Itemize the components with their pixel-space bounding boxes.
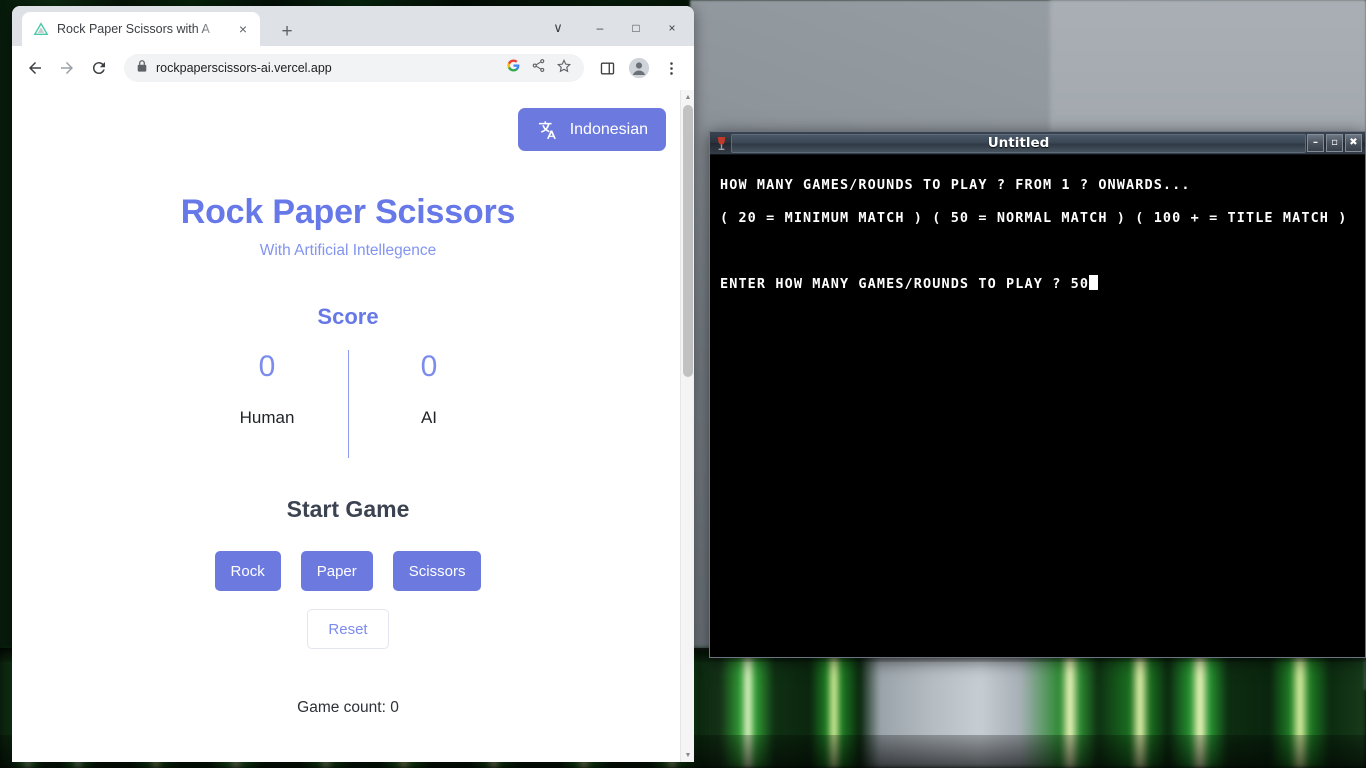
choice-buttons: Rock Paper Scissors — [12, 551, 684, 591]
page-subtitle: With Artificial Intellegence — [259, 242, 437, 259]
scrollbar-thumb[interactable] — [683, 105, 693, 377]
chrome-browser-window: Rock Paper Scissors with A × + ∨ – □ × r… — [12, 6, 694, 762]
language-toggle-button[interactable]: Indonesian — [517, 108, 666, 151]
rps-app: Indonesian Rock Paper Scissors With Arti… — [12, 90, 684, 762]
human-score-label: Human — [239, 408, 295, 427]
score-divider — [347, 350, 349, 458]
wine-console-window: Untitled – ▫ ✖ HOW MANY GAMES/ROUNDS TO … — [709, 131, 1366, 658]
wine-glass-icon — [712, 134, 730, 153]
score-ai: 0 AI — [357, 346, 502, 458]
terminal-output-area[interactable]: HOW MANY GAMES/ROUNDS TO PLAY ? FROM 1 ?… — [710, 155, 1365, 657]
reset-row: Reset — [12, 609, 684, 649]
side-panel-icon[interactable] — [592, 53, 622, 83]
score-board: 0 Human 0 AI — [12, 346, 684, 458]
score-heading: Score — [317, 304, 379, 329]
page-scrollbar[interactable]: ▲ ▼ — [680, 90, 694, 762]
terminal-line: HOW MANY GAMES/ROUNDS TO PLAY ? FROM 1 ?… — [720, 177, 1191, 193]
google-icon[interactable] — [506, 58, 521, 78]
ai-score-label: AI — [420, 408, 438, 427]
language-row: Indonesian — [12, 108, 684, 151]
share-icon[interactable] — [531, 58, 546, 78]
profile-avatar-icon[interactable] — [624, 53, 654, 83]
game-count-text: Game count: 0 — [297, 699, 399, 716]
page-viewport: Indonesian Rock Paper Scissors With Arti… — [12, 90, 694, 762]
three-dot-menu-icon[interactable] — [656, 53, 686, 83]
wine-title-bar[interactable]: Untitled – ▫ ✖ — [710, 132, 1365, 155]
new-tab-button[interactable]: + — [274, 18, 300, 44]
score-human: 0 Human — [195, 346, 340, 458]
window-maximize-button[interactable]: □ — [618, 14, 654, 42]
scroll-up-arrow-icon[interactable]: ▲ — [681, 90, 694, 104]
window-close-button[interactable]: × — [654, 14, 690, 42]
language-label: Indonesian — [569, 120, 648, 138]
address-bar[interactable]: rockpaperscissors-ai.vercel.app — [124, 54, 584, 82]
tab-close-icon[interactable]: × — [234, 20, 252, 38]
page-title: Rock Paper Scissors — [180, 193, 516, 231]
wine-window-controls: – ▫ ✖ — [1307, 134, 1363, 152]
rock-button[interactable]: Rock — [214, 551, 281, 591]
lock-icon — [136, 59, 148, 78]
scissors-button[interactable]: Scissors — [392, 551, 482, 591]
terminal-prompt-line: ENTER HOW MANY GAMES/ROUNDS TO PLAY ? 50 — [720, 268, 1365, 301]
human-score-value: 0 — [258, 350, 276, 383]
wine-window-title: Untitled — [731, 133, 1306, 153]
scroll-down-arrow-icon[interactable]: ▼ — [681, 748, 694, 762]
window-minimize-button[interactable]: – — [582, 14, 618, 42]
tab-search-chevron-icon[interactable]: ∨ — [540, 14, 576, 42]
browser-tab[interactable]: Rock Paper Scissors with A × — [22, 12, 260, 46]
browser-window-controls: ∨ – □ × — [540, 14, 690, 42]
desktop: Rock Paper Scissors with A × + ∨ – □ × r… — [0, 0, 1366, 768]
wine-minimize-button[interactable]: – — [1307, 134, 1324, 152]
star-icon[interactable] — [556, 58, 572, 79]
browser-toolbar: rockpaperscissors-ai.vercel.app — [12, 46, 694, 90]
start-game-heading: Start Game — [286, 496, 410, 522]
paper-button[interactable]: Paper — [300, 551, 373, 591]
ai-score-value: 0 — [420, 350, 438, 383]
vercel-triangle-icon — [33, 21, 49, 37]
tab-title: Rock Paper Scissors with A — [57, 22, 210, 36]
translate-icon — [536, 119, 558, 141]
wine-maximize-button[interactable]: ▫ — [1326, 134, 1343, 152]
terminal-prompt-text: ENTER HOW MANY GAMES/ROUNDS TO PLAY ? 50 — [720, 276, 1090, 292]
back-button[interactable] — [20, 53, 50, 83]
wine-close-button[interactable]: ✖ — [1345, 134, 1362, 152]
forward-button[interactable] — [52, 53, 82, 83]
reload-button[interactable] — [84, 53, 114, 83]
tab-strip: Rock Paper Scissors with A × + ∨ – □ × — [12, 6, 694, 46]
url-text: rockpaperscissors-ai.vercel.app — [156, 61, 332, 75]
reset-button[interactable]: Reset — [307, 609, 389, 649]
terminal-line: ( 20 = MINIMUM MATCH ) ( 50 = NORMAL MAT… — [720, 210, 1348, 226]
toolbar-right-icons — [592, 53, 686, 83]
terminal-cursor — [1089, 275, 1099, 290]
omnibox-icons — [506, 58, 578, 79]
